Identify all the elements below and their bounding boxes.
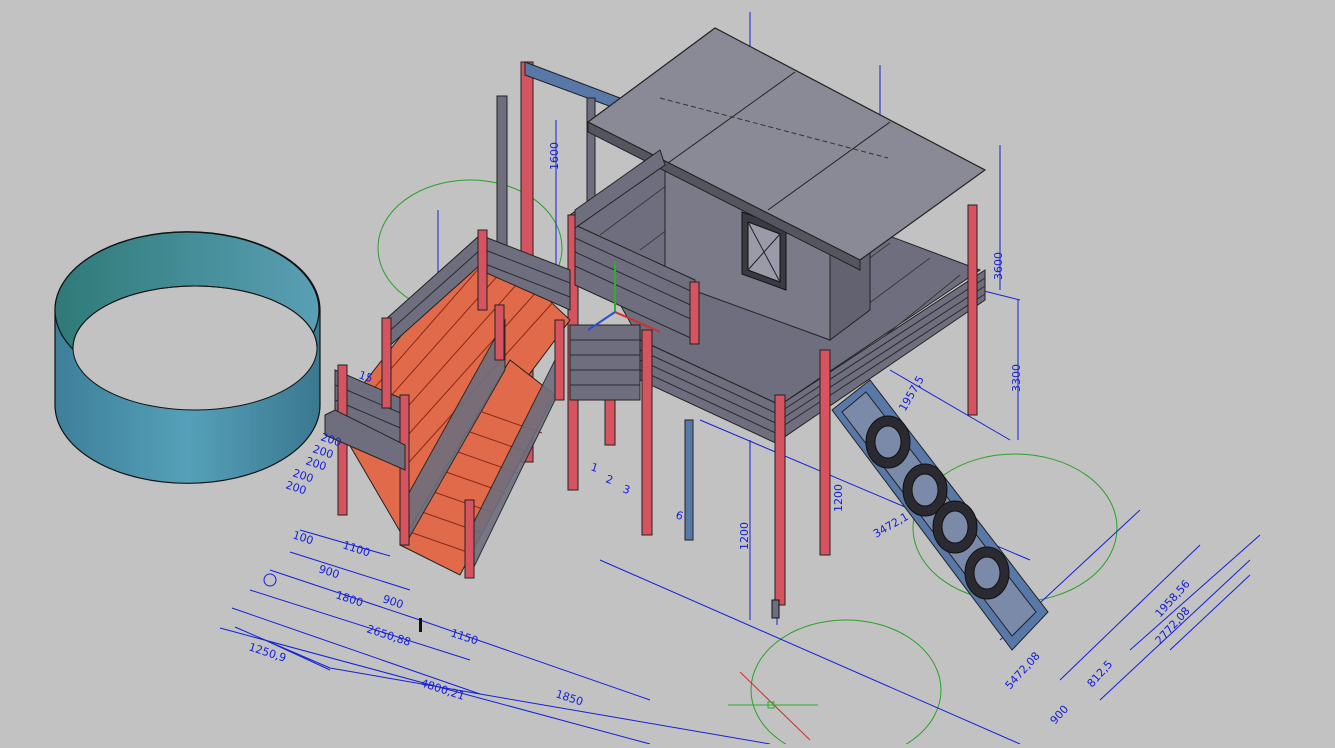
dim-29: 3472,1 <box>871 510 911 541</box>
dim-7: 1150 <box>449 626 480 647</box>
dim-28: 1200 <box>832 484 845 512</box>
dim-8: 1850 <box>554 687 585 708</box>
playhouse-structure <box>496 27 987 606</box>
cad-viewport[interactable]: 1250,9 4800,21 2650,88 1800 900 900 1150… <box>0 0 1335 748</box>
tire-ladder <box>831 379 1049 651</box>
dim-12: 812,5 <box>1085 658 1116 690</box>
dim-3: 2650,88 <box>365 622 412 648</box>
dim-27: 1957,5 <box>896 374 927 414</box>
dim-9: 1100 <box>341 538 372 559</box>
dim-2: 4800,21 <box>419 676 466 702</box>
dim-4: 1800 <box>334 588 365 609</box>
dim-25: 6 <box>674 508 685 523</box>
drawing-canvas: 1250,9 4800,21 2650,88 1800 900 900 1150… <box>54 12 1261 748</box>
dim-24: 3 <box>621 482 632 497</box>
dim-11: 5472,08 <box>1003 649 1043 692</box>
dim-31: 1600 <box>548 142 561 170</box>
dim-26: 3300 <box>1010 364 1023 392</box>
crosshair-cursor <box>728 671 818 741</box>
dim-13: 900 <box>1048 703 1072 727</box>
dim-10: 100 <box>291 528 315 547</box>
dim-30: 1200 <box>738 522 751 550</box>
dim-32: 3600 <box>992 252 1005 280</box>
dim-5: 900 <box>317 562 341 581</box>
dim-22: 1 <box>589 460 600 475</box>
dim-23: 2 <box>604 472 615 487</box>
pool-cylinder <box>54 231 321 484</box>
